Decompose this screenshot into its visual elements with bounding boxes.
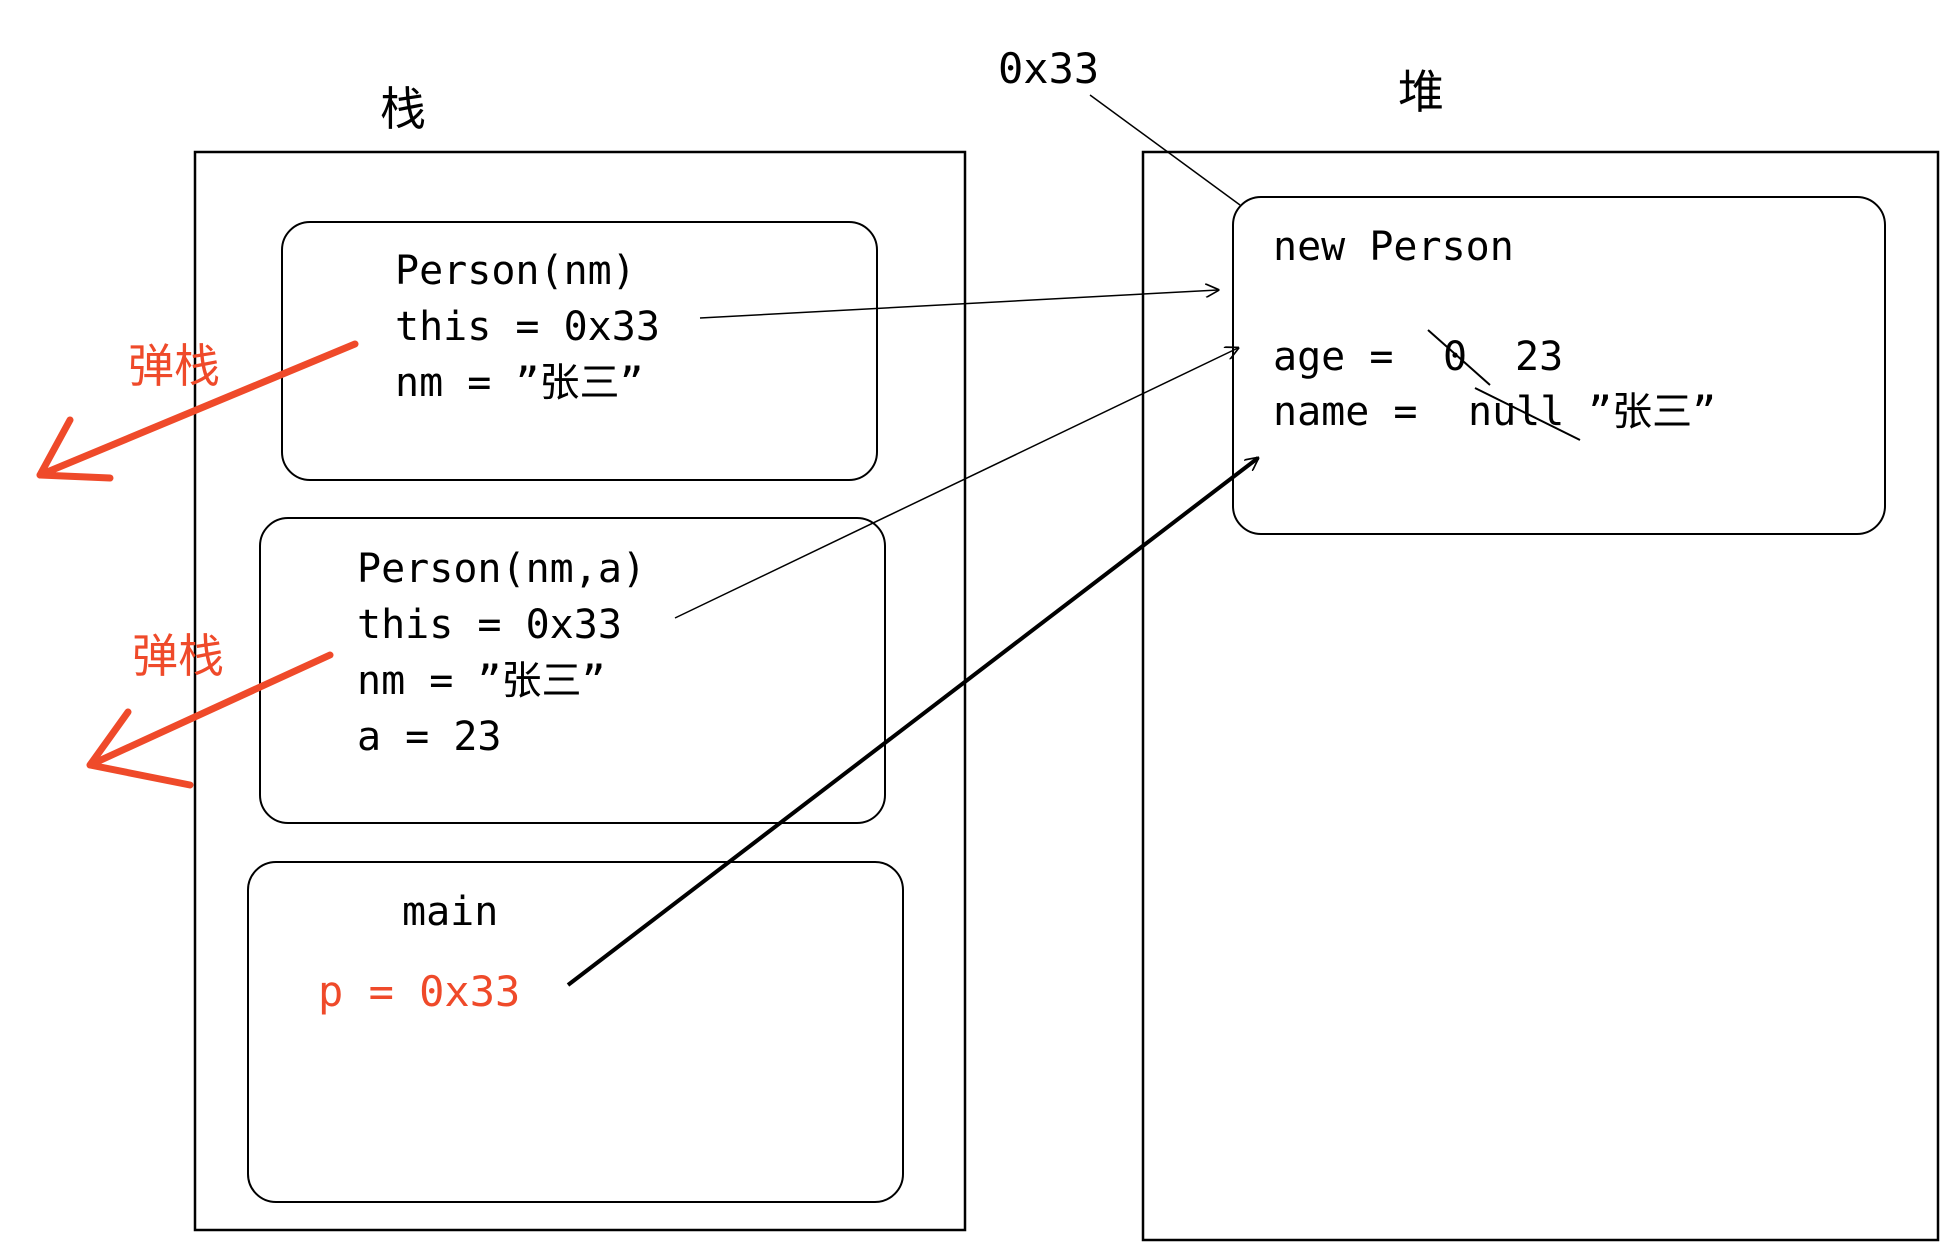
heap-name-new-value: ”张三” [1588,389,1716,435]
heap-name-label: name = [1273,389,1418,435]
heap-name-old-value: null [1468,389,1564,435]
ref-arrow-frame1-this [699,290,1218,319]
heap-age-new-value: 23 [1515,334,1563,380]
main-frame-title: main [402,889,498,935]
frame2-line-this: this = 0x33 [357,602,622,648]
stack-title: 栈 [380,82,426,136]
heap-title: 堆 [1398,65,1444,119]
heap-age-old-value: 0 [1443,334,1467,380]
frame2-line-nm: nm = ”张三” [357,658,606,704]
frame1-line-signature: Person(nm) [395,248,636,294]
ref-arrow-frame2-this [674,348,1238,619]
heap-address-label: 0x33 [998,44,1099,93]
stack-frame-main [247,861,904,1203]
pop-label-top: 弹栈 [128,339,220,393]
main-var-p: p = 0x33 [318,967,520,1016]
heap-region [1141,150,1940,1242]
heap-age-label: age = [1273,334,1393,380]
frame1-line-nm: nm = ”张三” [395,360,644,406]
frame2-line-signature: Person(nm,a) [357,546,646,592]
heap-address-leader [1089,94,1241,206]
frame1-line-this: this = 0x33 [395,304,660,350]
pop-label-bottom: 弹栈 [132,629,224,683]
ref-arrow-main-p [566,458,1258,987]
heap-object-title: new Person [1273,224,1514,270]
frame2-line-a: a = 23 [357,714,502,760]
memory-diagram: 栈 Person(nm) this = 0x33 nm = ”张三” Perso… [36,44,1940,1242]
